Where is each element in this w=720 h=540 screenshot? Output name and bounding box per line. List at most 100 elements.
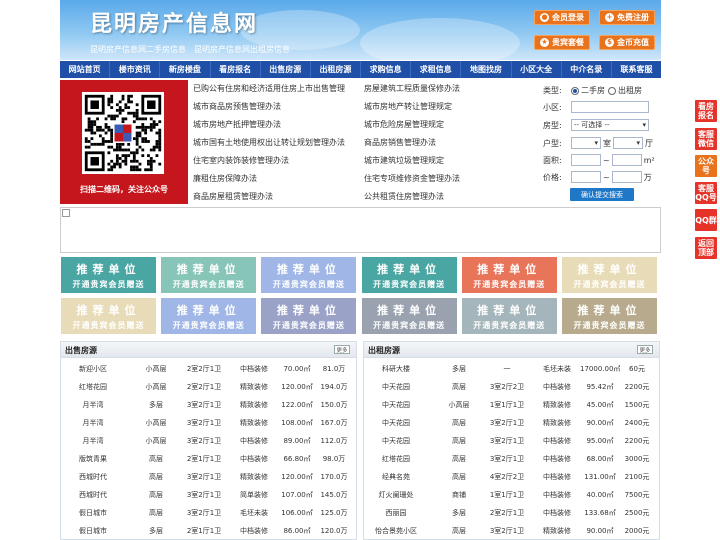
- recommend-slot[interactable]: 推荐单位 开通贵宾会员赠送: [260, 256, 358, 294]
- recommend-slot[interactable]: 推荐单位 开通贵宾会员赠送: [60, 256, 157, 294]
- listing-row[interactable]: 科研大楼 多层 一 毛坯未装 17000.00㎡ 60元: [364, 360, 659, 378]
- policy-link[interactable]: 城市房地产转让管理规定: [364, 98, 534, 116]
- recommend-slot[interactable]: 推荐单位 开通贵宾会员赠送: [460, 297, 558, 335]
- hall-select[interactable]: ▾: [613, 137, 643, 149]
- community-input[interactable]: [571, 101, 649, 113]
- nav-item[interactable]: 楼市资讯: [110, 61, 161, 78]
- recommend-slot[interactable]: 推荐单位 开通贵宾会员赠送: [360, 297, 458, 335]
- listing-row[interactable]: 中天花园 高层 3室2厅1卫 精致装修 90.00㎡ 2400元: [364, 414, 659, 432]
- price-min-input[interactable]: [571, 171, 601, 183]
- listing-row[interactable]: 月半湾 小高层 3室2厅1卫 中档装修 89.00㎡ 112.0万: [61, 432, 356, 450]
- recommend-slot[interactable]: 推荐单位 开通贵宾会员赠送: [561, 256, 658, 294]
- listing-cell: 西城时代: [79, 473, 107, 481]
- listing-row[interactable]: 西丽园 多层 2室2厅1卫 中档装修 133.68㎡ 2500元: [364, 504, 659, 522]
- recommend-slot[interactable]: 推荐单位 开通贵宾会员赠送: [460, 256, 558, 294]
- nav-item[interactable]: 求购信息: [361, 61, 412, 78]
- nav-item[interactable]: 小区大全: [512, 61, 562, 78]
- recommend-slot[interactable]: 推荐单位 开通贵宾会员赠送: [160, 256, 258, 294]
- listing-cell: 中档装修: [240, 437, 268, 445]
- recommend-slot[interactable]: 推荐单位 开通贵宾会员赠送: [260, 297, 358, 335]
- recommend-title: 推荐单位: [276, 262, 341, 276]
- nav-item[interactable]: 联系客服: [612, 61, 661, 78]
- policy-link[interactable]: 公共租赁住房管理办法: [364, 188, 534, 206]
- housetype-select[interactable]: -- 可选择 -- ▾: [571, 119, 649, 131]
- recommend-title: 推荐单位: [577, 303, 642, 317]
- nav-item[interactable]: 中介名录: [562, 61, 612, 78]
- policy-link[interactable]: 商品房屋租赁管理办法: [193, 188, 363, 206]
- room-select[interactable]: ▾: [571, 137, 601, 149]
- listing-cell: 中档装修: [543, 509, 571, 517]
- ad-banner[interactable]: [60, 207, 661, 253]
- nav-item[interactable]: 出售房源: [261, 61, 311, 78]
- listing-row[interactable]: 中天花园 高层 3室2厅1卫 中档装修 95.00㎡ 2200元: [364, 432, 659, 450]
- recommend-slot[interactable]: 推荐单位 开通贵宾会员赠送: [60, 297, 157, 335]
- listing-row[interactable]: 假日城市 多层 2室1厅1卫 中档装修 86.00㎡ 120.0万: [61, 522, 356, 539]
- listing-row[interactable]: 版筑青果 高层 2室1厅1卫 中档装修 66.80㎡ 98.0万: [61, 450, 356, 468]
- policy-link[interactable]: 廉租住房保障办法: [193, 170, 363, 188]
- radio-dot: [608, 86, 616, 95]
- area-min-input[interactable]: [571, 154, 601, 166]
- policy-link[interactable]: 城市危险房屋管理规定: [364, 116, 534, 134]
- listing-cell: 90.00㎡: [586, 527, 614, 535]
- listing-cell: 精致装修: [543, 527, 571, 535]
- recommend-slot[interactable]: 推荐单位 开通贵宾会员赠送: [160, 297, 258, 335]
- listing-row[interactable]: 月半湾 小高层 3室2厅1卫 精致装修 108.00㎡ 167.0万: [61, 414, 356, 432]
- listing-row[interactable]: 怡合景苑小区 高层 3室2厅1卫 精致装修 90.00㎡ 2000元: [364, 522, 659, 539]
- login-button[interactable]: ● 会员登录: [534, 10, 590, 25]
- listing-row[interactable]: 灯火阑珊处 商铺 1室1厅1卫 中档装修 40.00㎡ 7500元: [364, 486, 659, 504]
- radio-sale[interactable]: 二手房: [571, 85, 605, 96]
- listing-row[interactable]: 经典名苑 高层 4室2厅2卫 中档装修 131.00㎡ 2100元: [364, 468, 659, 486]
- policy-link[interactable]: 城市房地产抵押管理办法: [193, 116, 363, 134]
- area-label: 面积:: [543, 155, 562, 165]
- price-max-input[interactable]: [611, 171, 642, 183]
- policy-link[interactable]: 商品房销售管理办法: [364, 134, 534, 152]
- sidebar-button[interactable]: 看房报名: [695, 100, 717, 122]
- listing-row[interactable]: 中天花园 高层 3室2厅2卫 中档装修 95.42㎡ 2200元: [364, 378, 659, 396]
- sidebar-button[interactable]: 客服QQ号: [695, 182, 717, 204]
- listing-row[interactable]: 西城时代 高层 3室2厅1卫 简单装修 107.00㎡ 145.0万: [61, 486, 356, 504]
- sale-more-button[interactable]: 更多: [334, 345, 350, 354]
- policy-link[interactable]: 城市建筑垃圾管理规定: [364, 152, 534, 170]
- policy-link[interactable]: 已购公有住房和经济适用住房上市出售管理: [193, 80, 363, 98]
- area-max-input[interactable]: [611, 154, 642, 166]
- policy-link[interactable]: 住宅室内装饰装修管理办法: [193, 152, 363, 170]
- listing-cell: 3室2厅1卫: [489, 527, 525, 535]
- site-logo[interactable]: 昆明房产信息网: [90, 6, 258, 38]
- sidebar-button[interactable]: QQ群: [695, 209, 717, 231]
- user-icon: ●: [540, 13, 549, 22]
- policy-link[interactable]: 城市商品房预售管理办法: [193, 98, 363, 116]
- radio-rent[interactable]: 出租房: [608, 85, 642, 96]
- policy-link[interactable]: 房屋建筑工程质量保修办法: [364, 80, 534, 98]
- listing-cell: 194.0万: [320, 383, 348, 391]
- policy-link[interactable]: 住宅专项维修资金管理办法: [364, 170, 534, 188]
- register-button[interactable]: + 免费注册: [599, 10, 655, 25]
- nav-item[interactable]: 求租信息: [411, 61, 462, 78]
- nav-item[interactable]: 新房楼盘: [160, 61, 211, 78]
- recommend-title: 推荐单位: [577, 262, 642, 276]
- listing-cell: 月半湾: [82, 437, 104, 445]
- sidebar-button[interactable]: 公众号: [695, 155, 717, 177]
- search-submit-button[interactable]: 确认提交搜索: [570, 188, 634, 201]
- vip-package-button[interactable]: ★ 贵宾套餐: [534, 35, 590, 50]
- policy-link[interactable]: 城市国有土地使用权出让转让规划管理办法: [193, 134, 363, 152]
- listing-row[interactable]: 新迎小区 小高层 2室2厅1卫 中档装修 70.00㎡ 81.0万: [61, 360, 356, 378]
- listing-row[interactable]: 月半湾 多层 3室2厅1卫 精致装修 122.00㎡ 150.0万: [61, 396, 356, 414]
- nav-item[interactable]: 出租房源: [311, 61, 362, 78]
- recommend-slot[interactable]: 推荐单位 开通贵宾会员赠送: [360, 256, 458, 294]
- listing-row[interactable]: 红塔花园 高层 3室2厅1卫 中档装修 68.00㎡ 3000元: [364, 450, 659, 468]
- rent-more-button[interactable]: 更多: [637, 345, 653, 354]
- nav-item[interactable]: 网站首页: [60, 61, 111, 78]
- recommend-slot[interactable]: 推荐单位 开通贵宾会员赠送: [561, 297, 658, 335]
- listing-row[interactable]: 西城时代 高层 3室2厅1卫 精致装修 120.00㎡ 170.0万: [61, 468, 356, 486]
- listing-row[interactable]: 假日城市 高层 3室2厅1卫 毛坯未装 106.00㎡ 125.0万: [61, 504, 356, 522]
- listing-cell: 66.80㎡: [283, 455, 311, 463]
- nav-item[interactable]: 看房报名: [211, 61, 261, 78]
- listing-cell: 精致装修: [240, 473, 268, 481]
- listing-row[interactable]: 中天花园 小高层 1室1厅1卫 精致装修 45.00㎡ 1500元: [364, 396, 659, 414]
- recommend-subtitle: 开通贵宾会员赠送: [172, 279, 245, 289]
- sidebar-button[interactable]: 返回顶部: [695, 237, 717, 259]
- coin-recharge-button[interactable]: $ 金币充值: [599, 35, 655, 50]
- nav-item[interactable]: 地图找房: [461, 61, 512, 78]
- listing-row[interactable]: 红塔花园 小高层 2室2厅1卫 精致装修 120.00㎡ 194.0万: [61, 378, 356, 396]
- sidebar-button[interactable]: 客服微信: [695, 128, 717, 150]
